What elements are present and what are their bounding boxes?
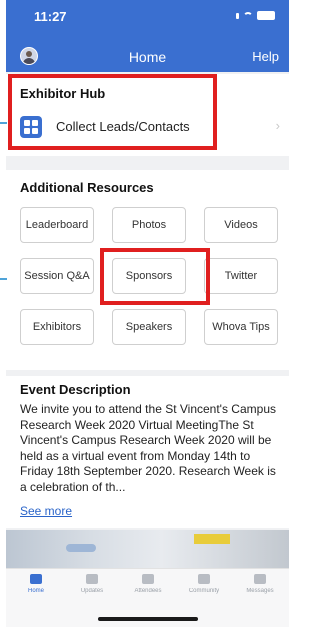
tab-messages[interactable]: Messages [232,574,288,606]
additional-resources-title: Additional Resources [20,180,154,195]
home-indicator [98,617,198,621]
pointer-arrow-icon [0,122,7,124]
app-header: 11:27 Home Help [6,0,289,72]
sponsor-banner[interactable] [6,530,289,568]
speakers-button[interactable]: Speakers [112,309,186,345]
battery-icon [257,11,275,20]
tab-home-label: Home [27,588,44,594]
tab-bar: Home Updates Attendees Community Message… [6,568,289,627]
status-bar: 11:27 [6,0,289,32]
attendees-icon [142,574,154,584]
session-qa-button[interactable]: Session Q&A [20,258,94,294]
exhibitors-button[interactable]: Exhibitors [20,309,94,345]
tab-attendees-label: Attendees [134,588,162,594]
banner-graphic [66,544,96,552]
photos-button[interactable]: Photos [112,207,186,243]
pointer-arrow-icon [0,278,7,280]
status-icons [236,11,275,20]
tab-attendees[interactable]: Attendees [120,574,176,606]
exhibitor-hub-highlight [8,74,217,150]
tab-community[interactable]: Community [176,574,232,606]
tab-updates[interactable]: Updates [64,574,120,606]
tab-updates-label: Updates [80,588,104,594]
leaderboard-button[interactable]: Leaderboard [20,207,94,243]
videos-button[interactable]: Videos [204,207,278,243]
tab-messages-label: Messages [246,588,274,594]
updates-icon [86,574,98,584]
event-description-card: Event Description We invite you to atten… [6,376,289,528]
page-title: Home [128,49,167,65]
status-time: 11:27 [34,9,67,24]
see-more-link[interactable]: See more [20,504,72,518]
twitter-button[interactable]: Twitter [204,258,278,294]
event-description-text: We invite you to attend the St Vincent's… [20,402,276,494]
sponsors-highlight [100,248,210,305]
home-icon [30,574,42,584]
community-icon [198,574,210,584]
signal-icon [236,12,239,19]
messages-icon [254,574,266,584]
tab-community-label: Community [188,588,220,594]
nav-bar: Home Help [6,44,289,68]
chevron-right-icon: › [275,118,280,133]
wifi-icon [243,11,253,20]
tab-home[interactable]: Home [8,574,64,606]
banner-badge [194,534,230,544]
whova-tips-button[interactable]: Whova Tips [204,309,278,345]
help-link[interactable]: Help [252,49,279,64]
event-description-title: Event Description [20,382,131,397]
